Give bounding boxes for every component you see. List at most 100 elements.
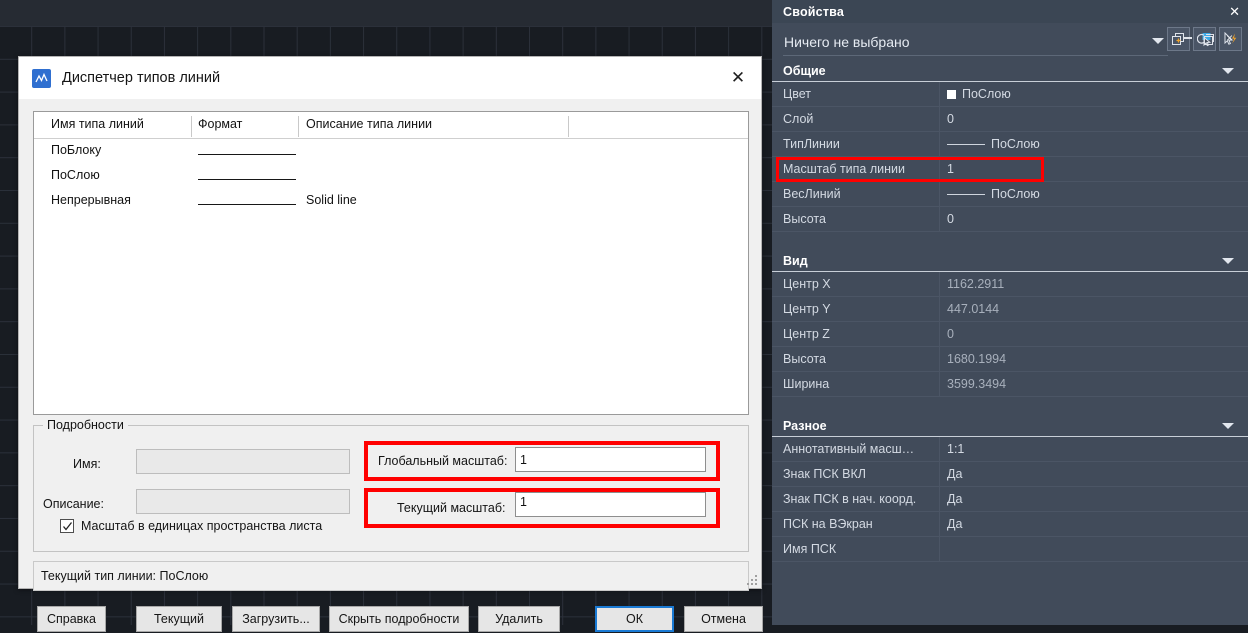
property-value: 3599.3494 <box>947 377 1007 391</box>
section-header-Разное[interactable]: Разное <box>772 415 1248 437</box>
chevron-down-icon[interactable] <box>1222 258 1234 264</box>
minimize-button[interactable] <box>1177 27 1198 49</box>
property-value-cell[interactable]: 0 <box>939 112 954 126</box>
property-row[interactable]: Высота 1680.1994 <box>772 347 1248 372</box>
property-row[interactable]: Цвет ПоСлою <box>772 82 1248 107</box>
property-value-cell[interactable]: 1680.1994 <box>939 352 1006 366</box>
linetype-scale-highlight <box>776 157 1044 182</box>
linetype-list[interactable]: Имя типа линий Формат Описание типа лини… <box>33 111 749 415</box>
color-swatch <box>947 89 956 99</box>
hide-details-button[interactable]: Скрыть подробности <box>329 606 469 632</box>
check-icon <box>62 521 72 531</box>
property-row[interactable]: ПСК на ВЭкран Да <box>772 512 1248 537</box>
property-row[interactable]: ВесЛиний ПоСлою <box>772 182 1248 207</box>
column-separator[interactable] <box>298 116 299 137</box>
property-value: 1680.1994 <box>947 352 1007 366</box>
properties-titlebar: Свойства ✕ <box>772 0 1248 23</box>
property-row[interactable]: Центр Z 0 <box>772 322 1248 347</box>
dialog-close-button[interactable]: ✕ <box>715 57 761 99</box>
property-value-cell[interactable]: Да <box>939 467 962 481</box>
property-value-cell[interactable]: Да <box>939 492 962 506</box>
section-header-Общие[interactable]: Общие <box>772 60 1248 82</box>
close-button[interactable]: × <box>1219 27 1240 49</box>
help-button[interactable]: Справка <box>37 606 106 632</box>
property-value: ПоСлою <box>962 87 1011 101</box>
property-row[interactable]: Высота 0 <box>772 207 1248 232</box>
current-scale-input[interactable]: 1 <box>515 492 706 517</box>
restore-button[interactable] <box>1198 27 1219 49</box>
property-row[interactable]: Ширина 3599.3494 <box>772 372 1248 397</box>
property-key: Знак ПСК ВКЛ <box>783 467 866 481</box>
property-column-separator <box>939 207 940 232</box>
property-value-cell[interactable]: 1:1 <box>939 442 964 456</box>
property-value-cell[interactable]: ПоСлою <box>939 137 1040 151</box>
property-key: Центр Z <box>783 327 830 341</box>
linetype-preview-icon <box>947 193 985 195</box>
property-column-separator <box>939 462 940 487</box>
property-row[interactable]: Слой 0 <box>772 107 1248 132</box>
chevron-down-icon[interactable] <box>1152 38 1164 44</box>
property-column-separator <box>939 487 940 512</box>
property-value-cell[interactable]: Да <box>939 517 962 531</box>
chevron-down-icon[interactable] <box>1222 68 1234 74</box>
selection-underline <box>783 55 1168 56</box>
load-button[interactable]: Загрузить... <box>232 606 320 632</box>
property-row[interactable]: Центр Y 447.0144 <box>772 297 1248 322</box>
set-current-button[interactable]: Текущий <box>136 606 222 632</box>
property-value-cell[interactable]: 0 <box>939 327 954 341</box>
name-field[interactable] <box>136 449 350 474</box>
property-value-cell[interactable]: 447.0144 <box>939 302 999 316</box>
property-key: Аннотативный масш… <box>783 442 915 456</box>
property-column-separator <box>939 132 940 157</box>
resize-grip[interactable] <box>746 574 758 586</box>
name-label: Имя: <box>73 457 101 471</box>
property-row[interactable]: Центр X 1162.2911 <box>772 272 1248 297</box>
linetype-format-preview <box>198 179 296 180</box>
property-row[interactable]: Имя ПСК <box>772 537 1248 562</box>
property-row[interactable]: Аннотативный масш… 1:1 <box>772 437 1248 462</box>
description-field[interactable] <box>136 489 350 514</box>
delete-button[interactable]: Удалить <box>478 606 560 632</box>
section-title: Разное <box>783 418 827 433</box>
column-separator[interactable] <box>191 116 192 137</box>
checkbox-label: Масштаб в единицах пространства листа <box>81 519 323 533</box>
property-column-separator <box>939 322 940 347</box>
property-row[interactable]: Знак ПСК ВКЛ Да <box>772 462 1248 487</box>
property-key: Имя ПСК <box>783 542 837 556</box>
current-scale-label: Текущий масштаб: <box>397 501 506 515</box>
property-value-cell[interactable]: ПоСлою <box>939 87 1011 101</box>
property-column-separator <box>939 272 940 297</box>
property-row[interactable]: ТипЛинии ПоСлою <box>772 132 1248 157</box>
table-row[interactable]: ПоБлоку <box>34 139 748 164</box>
property-column-separator <box>939 372 940 397</box>
chevron-down-icon[interactable] <box>1222 423 1234 429</box>
property-key: Центр Y <box>783 302 831 316</box>
property-column-separator <box>939 512 940 537</box>
checkbox-box[interactable] <box>60 519 74 533</box>
cancel-button[interactable]: Отмена <box>684 606 763 632</box>
paperspace-scale-checkbox[interactable]: Масштаб в единицах пространства листа <box>60 519 322 533</box>
property-value: 447.0144 <box>947 302 1000 316</box>
property-value-cell[interactable]: 3599.3494 <box>939 377 1006 391</box>
table-row[interactable]: Непрерывная Solid line <box>34 189 748 214</box>
property-column-separator <box>939 82 940 107</box>
ok-button[interactable]: ОК <box>595 606 674 632</box>
property-row[interactable]: Знак ПСК в нач. коорд. Да <box>772 487 1248 512</box>
property-value-cell[interactable]: ПоСлою <box>939 187 1040 201</box>
property-row[interactable]: Масштаб типа линии 1 <box>772 157 1248 182</box>
property-value: Да <box>947 517 963 531</box>
column-separator[interactable] <box>568 116 569 137</box>
property-key: ПСК на ВЭкран <box>783 517 873 531</box>
table-row[interactable]: ПоСлою <box>34 164 748 189</box>
global-scale-input[interactable]: 1 <box>515 447 706 472</box>
dialog-titlebar: Диспетчер типов линий ✕ <box>19 57 761 99</box>
property-key: ВесЛиний <box>783 187 841 201</box>
property-value: 0 <box>947 327 954 341</box>
property-key: Центр X <box>783 277 831 291</box>
section-header-Вид[interactable]: Вид <box>772 250 1248 272</box>
property-key: Ширина <box>783 377 830 391</box>
property-value-cell[interactable]: 1162.2911 <box>939 277 1004 291</box>
property-value-cell[interactable]: 0 <box>939 212 954 226</box>
properties-close-button[interactable]: ✕ <box>1229 0 1240 23</box>
app-logo-icon <box>32 68 51 88</box>
